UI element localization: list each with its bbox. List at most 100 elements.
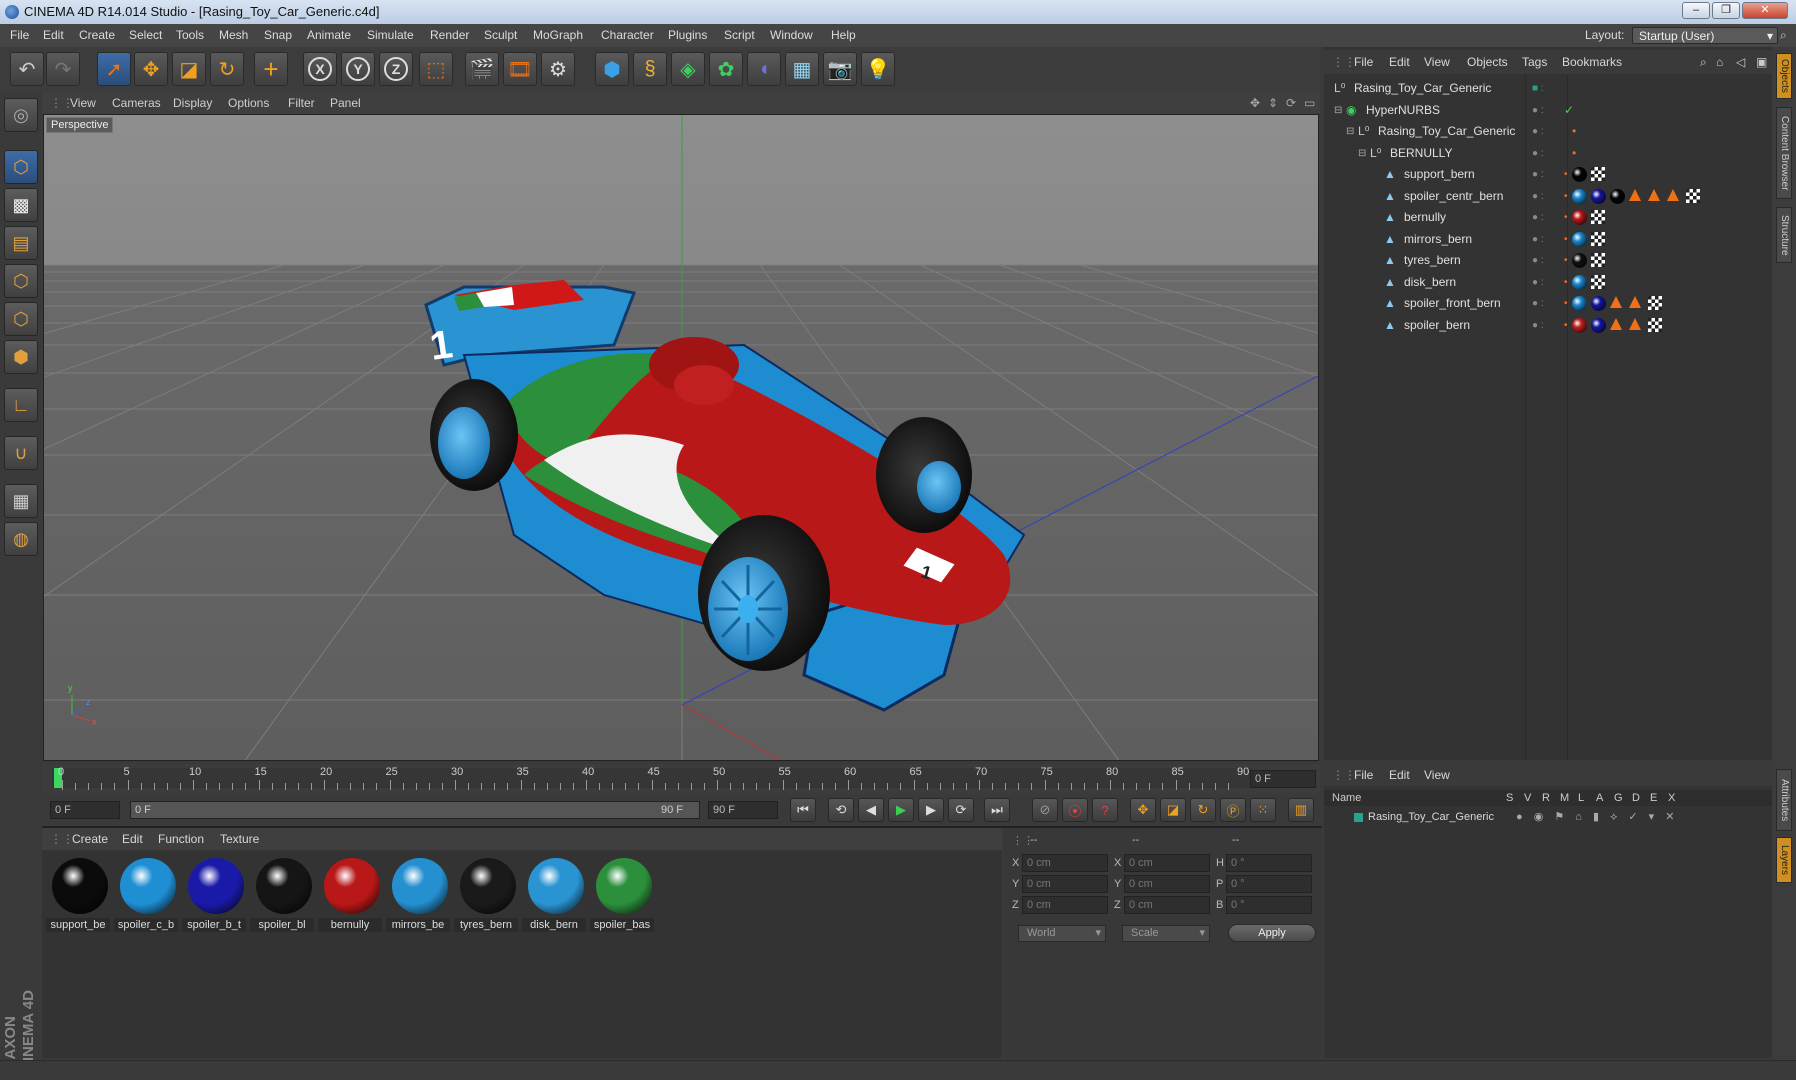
layer-row[interactable]: Rasing_Toy_Car_Generic ● ◉ ⚑ ⌂ ▮ ⟡ ✓ ▾ ✕	[1324, 808, 1772, 826]
tweak-magnet-icon[interactable]: ∪	[4, 436, 38, 470]
object-row[interactable]: ▲ spoiler_centr_bern ● : •	[1324, 186, 1772, 207]
menu-plugins[interactable]: Plugins	[668, 24, 707, 47]
search-icon[interactable]: ⌕	[1780, 24, 1787, 47]
phong-tag-icon[interactable]: •	[1564, 229, 1568, 250]
texture-tag-icon[interactable]	[1591, 253, 1605, 267]
layer-menu-edit[interactable]: Edit	[1389, 764, 1410, 786]
material-swatch[interactable]: disk_bern	[522, 856, 586, 934]
menu-sculpt[interactable]: Sculpt	[484, 24, 517, 47]
visibility-dots-icon[interactable]: ● :	[1532, 186, 1544, 207]
phong-tag-icon[interactable]: •	[1564, 315, 1568, 336]
menu-animate[interactable]: Animate	[307, 24, 351, 47]
cube-icon[interactable]: ⬢	[595, 52, 629, 86]
render-picture-viewer-icon[interactable]: 🎞	[503, 52, 537, 86]
menu-character[interactable]: Character	[601, 24, 654, 47]
layer-tag-icon[interactable]: •	[1572, 143, 1576, 164]
viewport-zoom-icon[interactable]: ⇕	[1268, 92, 1278, 114]
move-icon[interactable]: ✥	[134, 52, 168, 86]
menu-create[interactable]: Create	[79, 24, 115, 47]
object-row[interactable]: ▲ mirrors_bern ● : •	[1324, 229, 1772, 250]
light-icon[interactable]: 💡	[861, 52, 895, 86]
scale-icon[interactable]: ◪	[172, 52, 206, 86]
menu-file[interactable]: File	[10, 24, 29, 47]
visibility-dots-icon[interactable]: ● :	[1532, 121, 1544, 142]
redo-icon[interactable]: ↷	[46, 52, 80, 86]
layout-dropdown[interactable]: Startup (User) ▾	[1632, 27, 1778, 44]
menu-snap[interactable]: Snap	[264, 24, 292, 47]
object-menu-objects[interactable]: Objects	[1467, 50, 1508, 74]
tab-layers[interactable]: Layers	[1776, 837, 1792, 883]
next-frame-icon[interactable]: ▶	[918, 798, 944, 822]
visibility-dots-icon[interactable]: ● :	[1532, 207, 1544, 228]
selection-tag-icon[interactable]	[1610, 296, 1622, 308]
layer-column-m[interactable]: M	[1560, 790, 1569, 806]
texture-tag-icon[interactable]	[1591, 231, 1605, 246]
material-swatch[interactable]: tyres_bern	[454, 856, 518, 934]
z-axis-icon[interactable]: Z	[379, 52, 413, 86]
material-tag-icon[interactable]	[1591, 296, 1606, 311]
tab-objects[interactable]: Objects	[1776, 53, 1792, 99]
object-row[interactable]: ▲ disk_bern ● : •	[1324, 272, 1772, 293]
snap-settings-icon[interactable]: ◍	[4, 522, 38, 556]
timeline-window-icon[interactable]: ▥	[1288, 798, 1314, 822]
snap-lock-icon[interactable]: ▦	[4, 484, 38, 518]
menu-mograph[interactable]: MoGraph	[533, 24, 583, 47]
key-parameter-icon[interactable]: Ⓟ	[1220, 798, 1246, 822]
visibility-dots-icon[interactable]: ■ :	[1532, 78, 1544, 99]
coordinate-mode-dropdown[interactable]: World ▾	[1018, 925, 1106, 942]
coord-value-field[interactable]: 0 °	[1226, 896, 1312, 914]
menu-render[interactable]: Render	[430, 24, 469, 47]
autokey-icon[interactable]: ⦿	[1062, 798, 1088, 822]
spline-icon[interactable]: §	[633, 52, 667, 86]
menu-edit[interactable]: Edit	[43, 24, 64, 47]
visibility-dots-icon[interactable]: ● :	[1532, 143, 1544, 164]
material-tag-icon[interactable]	[1572, 231, 1587, 247]
y-axis-icon[interactable]: Y	[341, 52, 375, 86]
viewport-menu-filter[interactable]: Filter	[288, 92, 315, 114]
viewport-maximize-icon[interactable]: ▭	[1304, 92, 1315, 114]
material-menu-create[interactable]: Create	[72, 828, 108, 850]
material-menu-texture[interactable]: Texture	[220, 828, 259, 850]
undo-icon[interactable]: ↶	[10, 52, 44, 86]
selection-tag-icon[interactable]	[1629, 296, 1641, 308]
visibility-dots-icon[interactable]: ● :	[1532, 250, 1544, 271]
material-tag-icon[interactable]	[1572, 274, 1587, 290]
new-view-icon[interactable]: ▣	[1756, 50, 1767, 74]
layer-column-d[interactable]: D	[1632, 790, 1640, 806]
material-swatch[interactable]: spoiler_b_t	[182, 856, 246, 934]
layer-column-s[interactable]: S	[1506, 790, 1513, 806]
deformer-icon[interactable]: ◖	[747, 52, 781, 86]
visibility-dots-icon[interactable]: ● :	[1532, 229, 1544, 250]
layer-column-l[interactable]: L	[1578, 790, 1584, 806]
viewport-rotate-icon[interactable]: ⟳	[1286, 92, 1296, 114]
previous-key-icon[interactable]: ⟲	[828, 798, 854, 822]
viewport-move-icon[interactable]: ✥	[1250, 92, 1260, 114]
polygons-mode-icon[interactable]: ⬢	[4, 340, 38, 374]
phong-tag-icon[interactable]: •	[1564, 207, 1568, 228]
phong-tag-icon[interactable]: •	[1564, 186, 1568, 207]
object-row[interactable]: L⁰ Rasing_Toy_Car_Generic ■ :	[1324, 78, 1772, 99]
previous-frame-icon[interactable]: ◀	[858, 798, 884, 822]
material-swatch[interactable]: spoiler_c_b	[114, 856, 178, 934]
layer-column-v[interactable]: V	[1524, 790, 1531, 806]
goto-end-icon[interactable]: ⏭	[984, 798, 1010, 822]
coord-value-field[interactable]: 0 °	[1226, 875, 1312, 893]
expand-toggle-icon[interactable]: ⊟	[1358, 143, 1366, 164]
layer-menu-file[interactable]: File	[1354, 764, 1373, 786]
selection-tag-icon[interactable]	[1629, 317, 1641, 330]
object-menu-file[interactable]: File	[1354, 50, 1373, 74]
end-frame-field[interactable]: 90 F	[708, 801, 778, 819]
viewport-menu-view[interactable]: View	[70, 92, 96, 114]
selection-tag-icon[interactable]	[1610, 317, 1622, 330]
timeline[interactable]: 0 5 10 15 20 25 30 35 40 45 50 55 60 65 70 75 80 85 90 0 F	[42, 764, 1320, 794]
back-icon[interactable]: ◁	[1736, 50, 1745, 74]
selection-tag-icon[interactable]	[1667, 188, 1679, 201]
key-pla-icon[interactable]: ⁙	[1250, 798, 1276, 822]
phong-tag-icon[interactable]: •	[1564, 293, 1568, 314]
viewport-menu-panel[interactable]: Panel	[330, 92, 361, 114]
object-row[interactable]: ▲ spoiler_front_bern ● : •	[1324, 293, 1772, 314]
record-keys-icon[interactable]: ⊘	[1032, 798, 1058, 822]
object-menu-edit[interactable]: Edit	[1389, 50, 1410, 74]
layer-column-g[interactable]: G	[1614, 790, 1623, 806]
material-tag-icon[interactable]	[1591, 317, 1606, 333]
